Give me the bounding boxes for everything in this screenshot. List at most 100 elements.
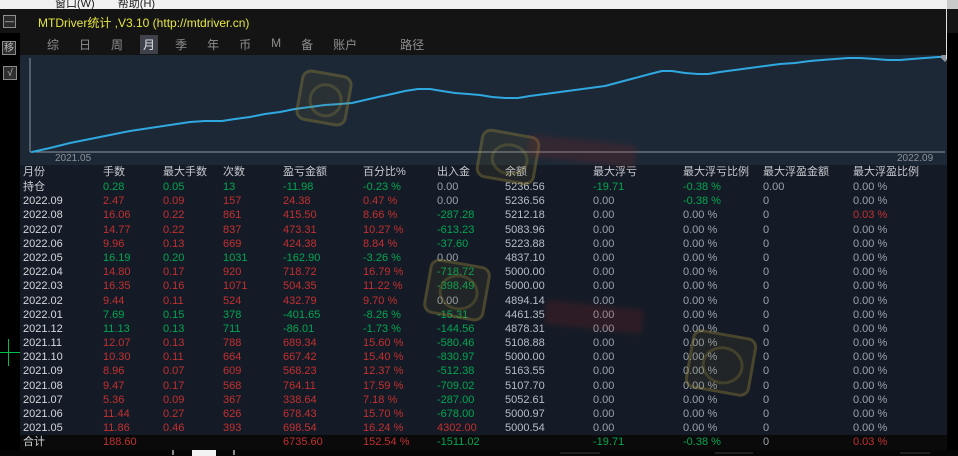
- title-bar: — MTDriver统计 ,V3.10 (http://mtdriver.cn): [0, 9, 958, 33]
- column-header[interactable]: 最大手数: [163, 165, 223, 180]
- tab-周[interactable]: 周: [108, 35, 126, 54]
- cell: 157: [223, 194, 283, 208]
- table-body: 持仓0.280.0513-11.98-0.23 %0.005236.56-19.…: [20, 180, 947, 450]
- cell: 1071: [223, 279, 283, 293]
- table-row-2021.08[interactable]: 2021.089.470.17568764.1117.59 %-709.0251…: [20, 379, 947, 393]
- column-header[interactable]: 盈亏金额: [283, 165, 363, 180]
- tab-M[interactable]: M: [268, 35, 284, 54]
- left-rail: 移 √: [0, 33, 20, 456]
- cell: 393: [223, 421, 283, 435]
- cell: 0.00 %: [853, 237, 947, 251]
- table-row-合计[interactable]: 合计188.606735.60152.54 %-1511.02-19.71-0.…: [20, 435, 947, 449]
- table-row-2021.06[interactable]: 2021.0611.440.27626678.4315.70 %-678.005…: [20, 407, 947, 421]
- menu-item-window[interactable]: 窗口(W): [55, 0, 95, 9]
- cell: 626: [223, 407, 283, 421]
- column-header[interactable]: 最大浮亏比例: [683, 165, 763, 180]
- column-header[interactable]: 最大浮盈金额: [763, 165, 853, 180]
- table-row-2022.05[interactable]: 2022.0516.190.201031-162.90-3.26 %0.0048…: [20, 251, 947, 265]
- bottom-tick: [172, 450, 174, 455]
- cell: 0.00 %: [683, 294, 763, 308]
- cell: 5083.96: [505, 223, 593, 237]
- row-label: 2021.06: [23, 407, 103, 421]
- column-header[interactable]: 最大浮亏: [593, 165, 683, 180]
- cell: 0: [763, 279, 853, 293]
- table-row-2022.06[interactable]: 2022.069.960.13669424.388.84 %-37.605223…: [20, 237, 947, 251]
- column-header[interactable]: 月份: [23, 165, 103, 180]
- cell: 0.17: [163, 379, 223, 393]
- cell: 0: [763, 393, 853, 407]
- cell: -162.90: [283, 251, 363, 265]
- table-row-2022.03[interactable]: 2022.0316.350.161071504.3511.22 %-398.49…: [20, 279, 947, 293]
- cell: 338.64: [283, 393, 363, 407]
- column-header[interactable]: 次数: [223, 165, 283, 180]
- table-row-2022.09[interactable]: 2022.092.470.0915724.380.47 %0.005236.56…: [20, 194, 947, 208]
- cell: 0.03 %: [853, 208, 947, 222]
- move-tool-icon[interactable]: 移: [2, 41, 16, 55]
- table-row-2021.10[interactable]: 2021.1010.300.11664667.4215.40 %-830.975…: [20, 350, 947, 364]
- column-header[interactable]: 百分比%: [363, 165, 437, 180]
- minimize-button[interactable]: —: [3, 15, 16, 28]
- path-label[interactable]: 路径: [400, 36, 424, 53]
- cell: 152.54 %: [363, 435, 437, 449]
- column-header[interactable]: 余额: [505, 165, 593, 180]
- row-label: 2022.05: [23, 251, 103, 265]
- tab-账户[interactable]: 账户: [330, 35, 360, 54]
- menu-item-help[interactable]: 帮助(H): [118, 0, 155, 9]
- cell: 0.11: [163, 350, 223, 364]
- row-label: 2022.01: [23, 308, 103, 322]
- tab-备[interactable]: 备: [298, 35, 316, 54]
- x-axis-end-label: 2022.09: [897, 153, 933, 164]
- cell: [505, 435, 593, 449]
- tab-综[interactable]: 综: [44, 35, 62, 54]
- check-tool-icon[interactable]: √: [3, 66, 17, 80]
- tab-月[interactable]: 月: [140, 35, 158, 54]
- cell: 5000.00: [505, 279, 593, 293]
- cell: 0.00: [593, 208, 683, 222]
- cell: -287.28: [437, 208, 505, 222]
- table-row-2021.05[interactable]: 2021.0511.860.46393698.5416.24 %4302.005…: [20, 421, 947, 435]
- row-label: 2022.07: [23, 223, 103, 237]
- cell: -830.97: [437, 350, 505, 364]
- balance-chart: 2021.05 2022.09: [20, 55, 947, 165]
- cell: 0: [763, 322, 853, 336]
- cell: 11.44: [103, 407, 163, 421]
- row-label: 2022.08: [23, 208, 103, 222]
- cell: 0: [763, 350, 853, 364]
- cell: 0.00 %: [683, 308, 763, 322]
- table-row-2022.04[interactable]: 2022.0414.800.17920718.7216.79 %-718.725…: [20, 265, 947, 279]
- cell: 0.00 %: [853, 336, 947, 350]
- cell: 188.60: [103, 435, 163, 449]
- cell: -86.01: [283, 322, 363, 336]
- column-header[interactable]: 手数: [103, 165, 163, 180]
- table-row-2021.09[interactable]: 2021.098.960.07609568.2312.37 %-512.3851…: [20, 364, 947, 378]
- table-row-2022.07[interactable]: 2022.0714.770.22837473.3110.27 %-613.235…: [20, 223, 947, 237]
- cell: 0.00 %: [853, 279, 947, 293]
- table-row-2021.12[interactable]: 2021.1211.130.13711-86.01-1.73 %-144.564…: [20, 322, 947, 336]
- table-row-2021.11[interactable]: 2021.1112.070.13788689.3415.60 %-580.465…: [20, 336, 947, 350]
- table-row-2021.07[interactable]: 2021.075.360.09367338.647.18 %-287.00505…: [20, 393, 947, 407]
- cell: 0.00: [593, 379, 683, 393]
- cell: -8.26 %: [363, 308, 437, 322]
- cell: 5223.88: [505, 237, 593, 251]
- table-row-2022.08[interactable]: 2022.0816.060.22861415.508.66 %-287.2852…: [20, 208, 947, 222]
- crosshair-icon: [8, 339, 9, 366]
- table-row-2022.02[interactable]: 2022.029.440.11524432.799.70 %0.004894.1…: [20, 294, 947, 308]
- tab-日[interactable]: 日: [76, 35, 94, 54]
- table-header: 月份手数最大手数次数盈亏金额百分比%出入金余额最大浮亏最大浮亏比例最大浮盈金额最…: [20, 165, 947, 180]
- tab-年[interactable]: 年: [204, 35, 222, 54]
- cell: 0: [763, 237, 853, 251]
- cell: [223, 435, 283, 449]
- cell: 5000.54: [505, 421, 593, 435]
- tab-币[interactable]: 币: [236, 35, 254, 54]
- column-header[interactable]: 出入金: [437, 165, 505, 180]
- cell: -1511.02: [437, 435, 505, 449]
- cell: -512.38: [437, 364, 505, 378]
- cell: 5.36: [103, 393, 163, 407]
- bottom-highlight: [192, 450, 216, 456]
- cell: 0.00 %: [853, 251, 947, 265]
- column-header[interactable]: 最大浮盈比例: [853, 165, 947, 180]
- cell: 0.13: [163, 336, 223, 350]
- table-row-持仓[interactable]: 持仓0.280.0513-11.98-0.23 %0.005236.56-19.…: [20, 180, 947, 194]
- table-row-2022.01[interactable]: 2022.017.690.15378-401.65-8.26 %-15.3144…: [20, 308, 947, 322]
- tab-季[interactable]: 季: [172, 35, 190, 54]
